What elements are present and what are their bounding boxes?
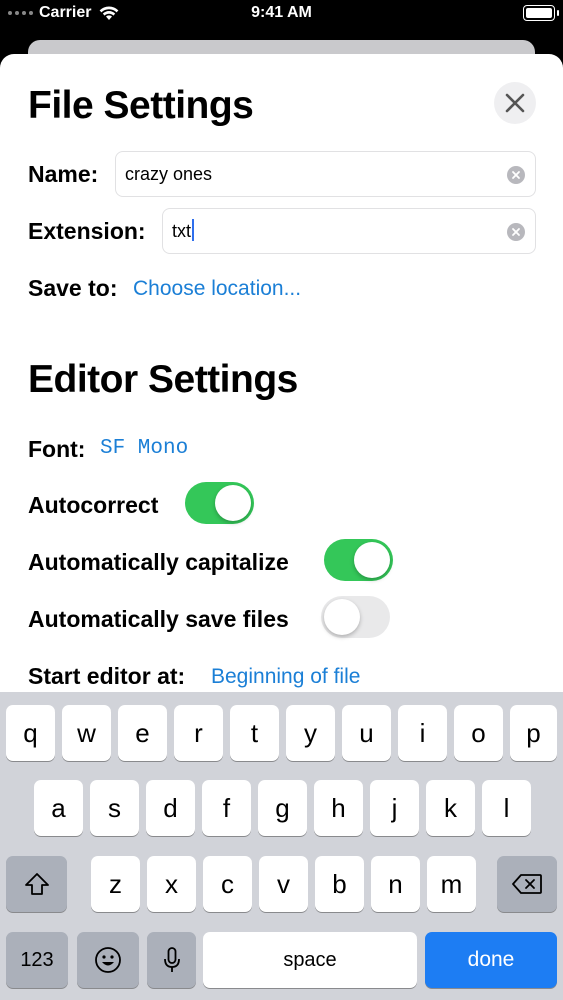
save-to-label: Save to: xyxy=(28,275,118,301)
extension-label: Extension: xyxy=(28,218,146,244)
emoji-key[interactable] xyxy=(77,932,139,988)
dictation-key[interactable] xyxy=(147,932,196,988)
font-value-link[interactable]: SF Mono xyxy=(100,437,188,460)
numbers-key[interactable]: 123 xyxy=(6,932,68,988)
key-o[interactable]: o xyxy=(454,705,503,761)
start-position-link[interactable]: Beginning of file xyxy=(211,665,360,689)
key-x[interactable]: x xyxy=(147,856,196,912)
shift-icon xyxy=(24,873,49,895)
keyboard: q w e r t y u i o p a s d f g h j k l z … xyxy=(0,692,563,1000)
toggle-knob xyxy=(215,485,251,521)
key-g[interactable]: g xyxy=(258,780,307,836)
extension-value: txt xyxy=(172,221,192,241)
key-f[interactable]: f xyxy=(202,780,251,836)
delete-icon xyxy=(512,874,542,894)
delete-key[interactable] xyxy=(497,856,557,912)
done-key[interactable]: done xyxy=(425,932,557,988)
file-settings-title: File Settings xyxy=(28,84,254,127)
key-i[interactable]: i xyxy=(398,705,447,761)
key-c[interactable]: c xyxy=(203,856,252,912)
key-n[interactable]: n xyxy=(371,856,420,912)
key-k[interactable]: k xyxy=(426,780,475,836)
key-r[interactable]: r xyxy=(174,705,223,761)
key-a[interactable]: a xyxy=(34,780,83,836)
key-z[interactable]: z xyxy=(91,856,140,912)
autocorrect-toggle[interactable] xyxy=(185,482,254,524)
microphone-icon xyxy=(163,947,180,972)
clock: 9:41 AM xyxy=(251,4,312,21)
close-icon xyxy=(505,93,525,113)
battery-icon xyxy=(523,5,559,21)
extension-value-wrap: txt xyxy=(172,219,195,242)
autosave-toggle[interactable] xyxy=(321,596,390,638)
autocorrect-label: Autocorrect xyxy=(28,492,159,518)
extension-field[interactable]: txt xyxy=(162,208,536,254)
key-v[interactable]: v xyxy=(259,856,308,912)
autosave-label: Automatically save files xyxy=(28,606,289,632)
key-d[interactable]: d xyxy=(146,780,195,836)
key-l[interactable]: l xyxy=(482,780,531,836)
clear-text-icon[interactable] xyxy=(507,166,525,184)
shift-key[interactable] xyxy=(6,856,67,912)
start-editor-label: Start editor at: xyxy=(28,663,186,689)
key-h[interactable]: h xyxy=(314,780,363,836)
clear-text-icon[interactable] xyxy=(507,223,525,241)
emoji-icon xyxy=(95,947,121,973)
key-w[interactable]: w xyxy=(62,705,111,761)
key-q[interactable]: q xyxy=(6,705,55,761)
key-u[interactable]: u xyxy=(342,705,391,761)
key-y[interactable]: y xyxy=(286,705,335,761)
toggle-knob xyxy=(354,542,390,578)
font-label: Font: xyxy=(28,436,86,462)
name-label: Name: xyxy=(28,161,99,187)
space-key[interactable]: space xyxy=(203,932,417,988)
toggle-knob xyxy=(324,599,360,635)
text-cursor xyxy=(192,219,195,242)
key-s[interactable]: s xyxy=(90,780,139,836)
name-field[interactable]: crazy ones xyxy=(115,151,536,197)
close-button[interactable] xyxy=(494,82,536,124)
name-value: crazy ones xyxy=(125,164,213,184)
key-j[interactable]: j xyxy=(370,780,419,836)
status-bar: Carrier 9:41 AM xyxy=(0,0,563,30)
choose-location-link[interactable]: Choose location... xyxy=(133,277,301,301)
key-e[interactable]: e xyxy=(118,705,167,761)
capitalize-label: Automatically capitalize xyxy=(28,549,289,575)
key-p[interactable]: p xyxy=(510,705,557,761)
key-t[interactable]: t xyxy=(230,705,279,761)
key-m[interactable]: m xyxy=(427,856,476,912)
editor-settings-title: Editor Settings xyxy=(28,358,298,401)
capitalize-toggle[interactable] xyxy=(324,539,393,581)
key-b[interactable]: b xyxy=(315,856,364,912)
